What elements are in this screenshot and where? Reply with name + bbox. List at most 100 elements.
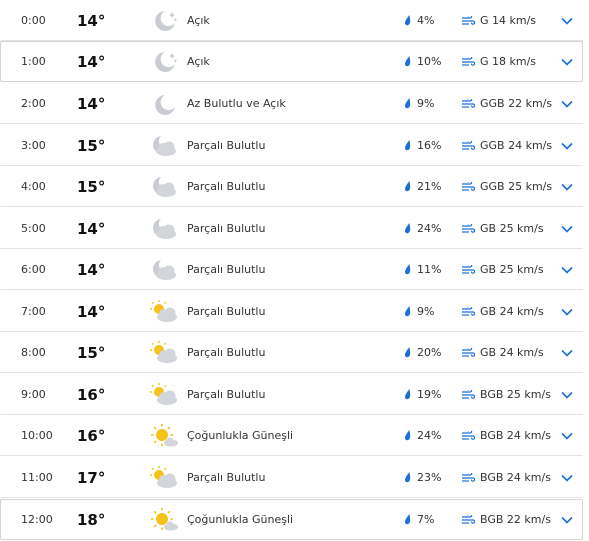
raindrop-icon [404, 181, 411, 192]
condition-text: Parçalı Bulutlu [187, 139, 266, 152]
precipitation: 7% [404, 500, 434, 539]
partly-cloudy-night-icon [149, 209, 181, 248]
wind-value: GGB 25 km/s [480, 180, 553, 193]
forecast-row[interactable]: 12:00 18° Çoğunlukla Güneşli 7% BGB 22 km/s [0, 499, 583, 540]
forecast-row[interactable]: 6:00 14° Parçalı Bulutlu 11% GB 25 km/s [0, 249, 583, 290]
wind-icon [462, 306, 475, 317]
chevron-down-icon[interactable] [559, 1, 575, 40]
wind-value: G 14 km/s [480, 14, 537, 27]
wind-icon [462, 389, 475, 400]
precipitation-value: 4% [417, 14, 435, 27]
chevron-down-icon[interactable] [559, 458, 575, 497]
wind-icon [462, 264, 475, 275]
forecast-row[interactable]: 9:00 16° Parçalı Bulutlu 19% BGB 25 km/s [0, 374, 583, 415]
mostly-sunny-icon [149, 416, 181, 455]
forecast-row[interactable]: 4:00 15° Parçalı Bulutlu 21% GGB 25 km/s [0, 166, 583, 207]
precipitation: 23% [404, 458, 441, 497]
raindrop-icon [404, 430, 411, 441]
wind-icon [462, 472, 475, 483]
wind-value: GB 24 km/s [480, 305, 544, 318]
wind: GGB 22 km/s [462, 84, 552, 123]
hour-label: 2:00 [21, 97, 46, 110]
temperature: 14° [77, 302, 106, 321]
hour-label: 6:00 [21, 263, 46, 276]
chevron-down-icon[interactable] [559, 250, 575, 289]
forecast-row[interactable]: 3:00 15° Parçalı Bulutlu 16% GGB 24 km/s [0, 125, 583, 166]
chevron-down-icon[interactable] [559, 416, 575, 455]
chevron-down-icon[interactable] [559, 292, 575, 331]
condition-text: Az Bulutlu ve Açık [187, 97, 286, 110]
raindrop-icon [404, 15, 411, 26]
precipitation: 9% [404, 84, 434, 123]
raindrop-icon [404, 347, 411, 358]
chevron-down-icon[interactable] [559, 167, 575, 206]
hour-label: 4:00 [21, 180, 46, 193]
wind: GB 25 km/s [462, 209, 544, 248]
wind-value: GGB 22 km/s [480, 97, 553, 110]
precipitation-value: 9% [417, 97, 435, 110]
condition-text: Parçalı Bulutlu [187, 222, 266, 235]
raindrop-icon [404, 223, 411, 234]
temperature: 14° [77, 94, 106, 113]
chevron-down-icon[interactable] [559, 42, 575, 81]
wind: G 18 km/s [462, 42, 536, 81]
raindrop-icon [404, 472, 411, 483]
precipitation: 24% [404, 209, 441, 248]
forecast-row[interactable]: 7:00 14° Parçalı Bulutlu 9% GB 24 km/s [0, 291, 583, 332]
wind-value: BGB 24 km/s [480, 471, 551, 484]
partly-cloudy-day-icon [149, 292, 181, 331]
precipitation: 24% [404, 416, 441, 455]
chevron-down-icon[interactable] [559, 333, 575, 372]
forecast-row[interactable]: 5:00 14° Parçalı Bulutlu 24% GB 25 km/s [0, 208, 583, 249]
wind-value: GB 25 km/s [480, 263, 544, 276]
raindrop-icon [404, 389, 411, 400]
precipitation-value: 19% [417, 388, 442, 401]
precipitation: 21% [404, 167, 441, 206]
precipitation: 16% [404, 126, 441, 165]
condition-text: Parçalı Bulutlu [187, 346, 266, 359]
wind: GB 25 km/s [462, 250, 544, 289]
precipitation-value: 16% [417, 139, 442, 152]
hour-label: 3:00 [21, 139, 46, 152]
wind-value: BGB 25 km/s [480, 388, 551, 401]
temperature: 14° [77, 219, 106, 238]
chevron-down-icon[interactable] [559, 84, 575, 123]
raindrop-icon [404, 140, 411, 151]
condition-text: Açık [187, 55, 210, 68]
chevron-down-icon[interactable] [559, 500, 575, 539]
forecast-row[interactable]: 2:00 14° Az Bulutlu ve Açık 9% GGB 22 km/s [0, 83, 583, 124]
hourly-forecast-list: 0:00 14° Açık 4% G 14 km/s 1:00 14° Açık 10% G 18… [0, 0, 585, 541]
wind-value: GGB 24 km/s [480, 139, 553, 152]
forecast-row[interactable]: 10:00 16° Çoğunlukla Güneşli 24% BGB 24 km/s [0, 415, 583, 456]
hour-label: 8:00 [21, 346, 46, 359]
forecast-row[interactable]: 1:00 14° Açık 10% G 18 km/s [0, 41, 583, 82]
chevron-down-icon[interactable] [559, 126, 575, 165]
condition-text: Parçalı Bulutlu [187, 180, 266, 193]
forecast-row[interactable]: 11:00 17° Parçalı Bulutlu 23% BGB 24 km/s [0, 457, 583, 498]
wind: BGB 25 km/s [462, 375, 551, 414]
temperature: 18° [77, 510, 106, 529]
precipitation: 19% [404, 375, 441, 414]
chevron-down-icon[interactable] [559, 209, 575, 248]
precipitation: 4% [404, 1, 434, 40]
wind-value: BGB 24 km/s [480, 429, 551, 442]
chevron-down-icon[interactable] [559, 375, 575, 414]
forecast-row[interactable]: 0:00 14° Açık 4% G 14 km/s [0, 0, 583, 41]
forecast-row[interactable]: 8:00 15° Parçalı Bulutlu 20% GB 24 km/s [0, 332, 583, 373]
hour-label: 0:00 [21, 14, 46, 27]
temperature: 15° [77, 136, 106, 155]
precipitation: 11% [404, 250, 441, 289]
precipitation-value: 10% [417, 55, 442, 68]
precipitation: 20% [404, 333, 441, 372]
wind-icon [462, 223, 475, 234]
precipitation-value: 7% [417, 513, 435, 526]
wind-icon [462, 430, 475, 441]
temperature: 16° [77, 385, 106, 404]
wind: GGB 25 km/s [462, 167, 552, 206]
condition-text: Çoğunlukla Güneşli [187, 513, 294, 526]
partly-cloudy-night-icon [149, 167, 181, 206]
clear-night-icon [149, 1, 181, 40]
condition-text: Çoğunlukla Güneşli [187, 429, 294, 442]
precipitation-value: 23% [417, 471, 442, 484]
moon-icon [149, 84, 181, 123]
